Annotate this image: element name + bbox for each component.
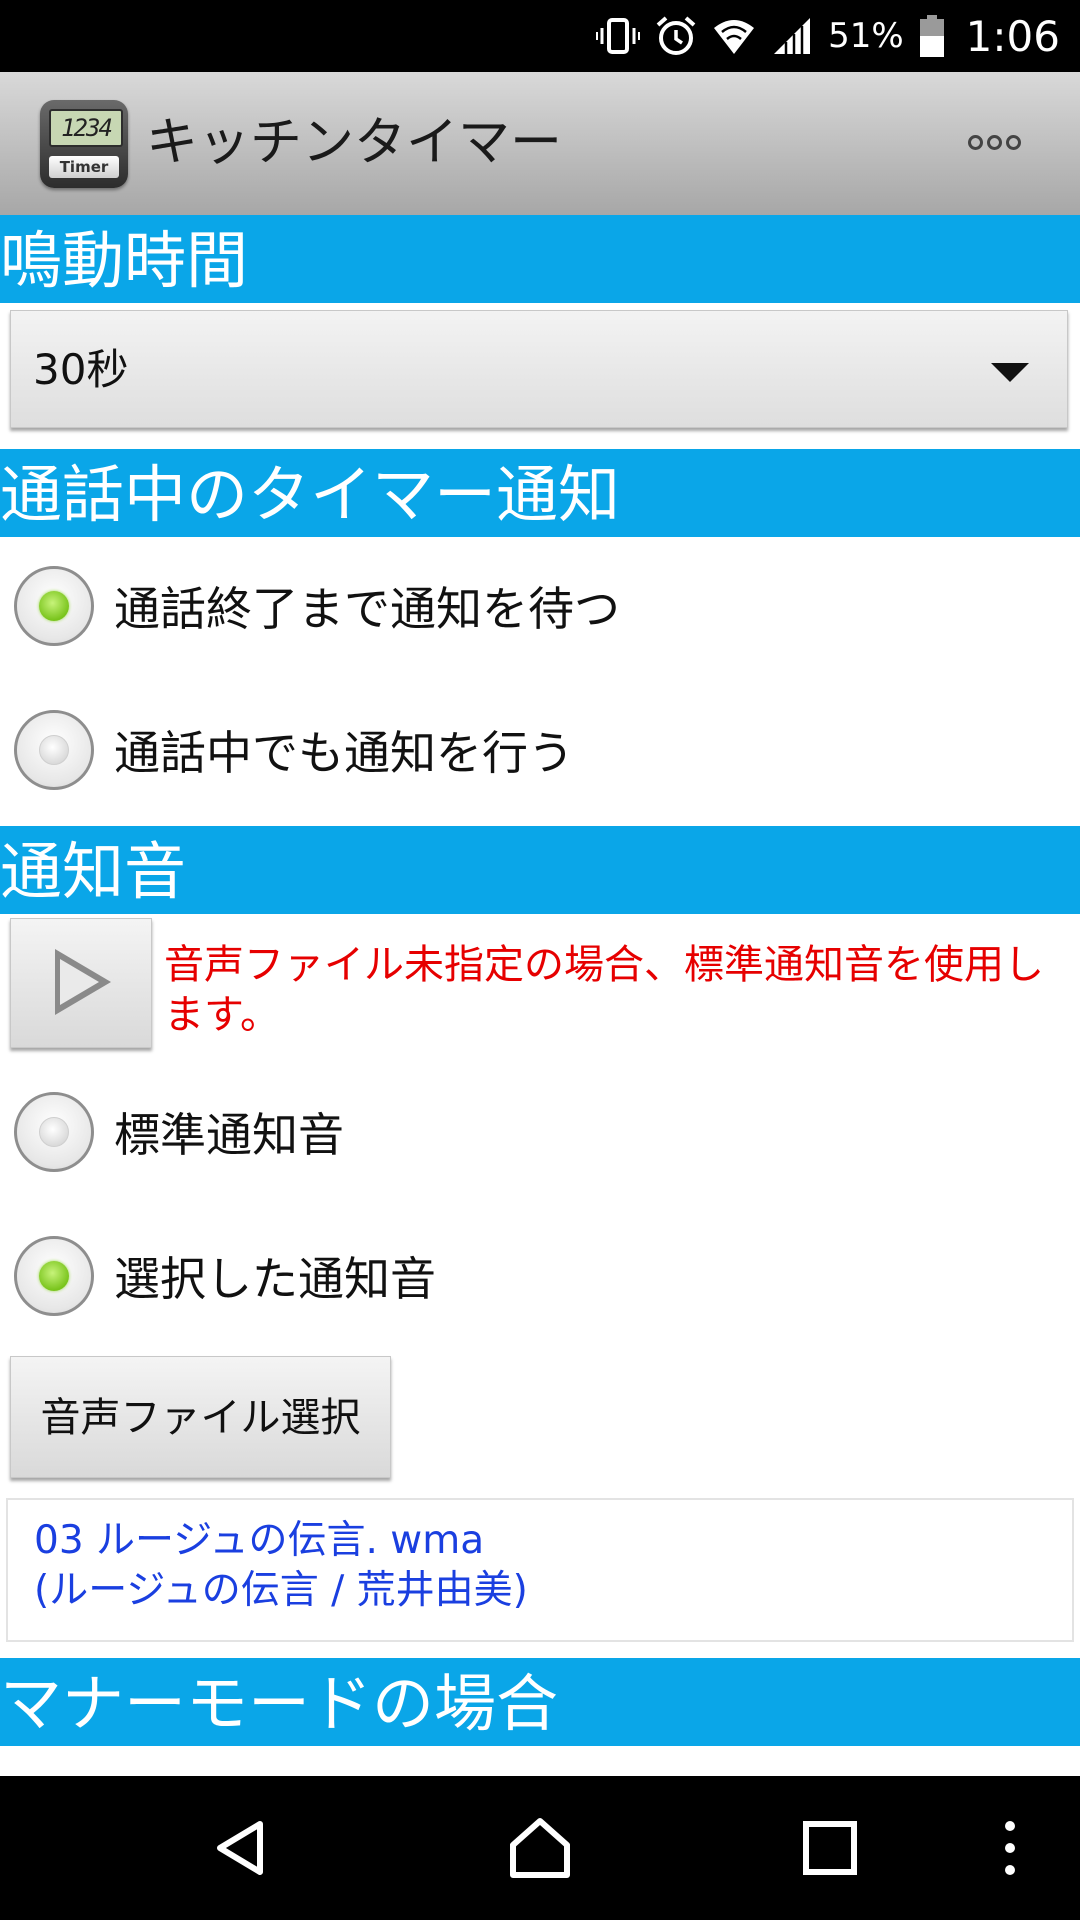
ring-duration-spinner[interactable]: 30秒 [10, 310, 1068, 428]
status-icons: 51% 1:06 [596, 0, 1060, 72]
home-icon [510, 1818, 570, 1878]
radio-option-wait-call-end[interactable]: 通話終了まで通知を待つ [14, 561, 620, 651]
app-icon: 1234 Timer [40, 100, 128, 188]
app-icon-label: Timer [49, 156, 119, 178]
default-sound-note: 音声ファイル未指定の場合、標準通知音を使用します。 [164, 942, 1044, 1038]
radio-label: 標準通知音 [114, 1108, 344, 1162]
battery-percent: 51% [828, 16, 904, 56]
radio-label: 通話中でも通知を行う [114, 726, 574, 780]
more-vert-icon [1005, 1821, 1015, 1875]
app-icon-display: 1234 [49, 109, 123, 147]
recents-icon [803, 1821, 857, 1875]
vibrate-icon [596, 18, 641, 54]
recents-button[interactable] [780, 1776, 880, 1920]
back-icon [217, 1821, 263, 1875]
radio-button-selected[interactable] [14, 1236, 94, 1316]
wifi-icon [714, 20, 755, 54]
radio-label: 選択した通知音 [114, 1252, 436, 1306]
app-title: キッチンタイマー [146, 113, 563, 173]
action-bar: 1234 Timer キッチンタイマー [0, 72, 1080, 215]
section-header-notification-sound: 通知音 [0, 826, 1080, 914]
dropdown-arrow-icon [991, 363, 1029, 382]
overflow-menu-icon[interactable] [968, 135, 1021, 150]
home-button[interactable] [490, 1776, 590, 1920]
more-options-button[interactable] [990, 1776, 1030, 1920]
section-header-manner-mode: マナーモードの場合 [0, 1658, 1080, 1746]
signal-icon [774, 18, 811, 54]
play-button[interactable] [10, 918, 152, 1048]
spinner-selected-value: 30秒 [33, 345, 129, 394]
section-header-call-notification: 通話中のタイマー通知 [0, 449, 1080, 537]
section-header-ring-duration: 鳴動時間 [0, 215, 1080, 303]
battery-icon [919, 15, 944, 57]
radio-button-unselected[interactable] [14, 710, 94, 790]
radio-label: 通話終了まで通知を待つ [114, 582, 620, 636]
status-bar: 51% 1:06 [0, 0, 1080, 72]
select-audio-file-button[interactable]: 音声ファイル選択 [10, 1356, 391, 1478]
radio-option-selected-sound[interactable]: 選択した通知音 [14, 1231, 436, 1321]
radio-button-selected[interactable] [14, 566, 94, 646]
selected-file-name: 03 ルージュの伝言. wma [34, 1518, 485, 1563]
radio-button-unselected[interactable] [14, 1092, 94, 1172]
radio-option-notify-during-call[interactable]: 通話中でも通知を行う [14, 705, 574, 795]
selected-file-info: 03 ルージュの伝言. wma (ルージュの伝言 / 荒井由美) [6, 1498, 1074, 1642]
selected-file-details: (ルージュの伝言 / 荒井由美) [34, 1568, 528, 1613]
clock: 1:06 [965, 11, 1060, 61]
alarm-icon [656, 16, 696, 55]
radio-option-default-sound[interactable]: 標準通知音 [14, 1087, 344, 1177]
navigation-bar [0, 1776, 1080, 1920]
back-button[interactable] [190, 1776, 290, 1920]
